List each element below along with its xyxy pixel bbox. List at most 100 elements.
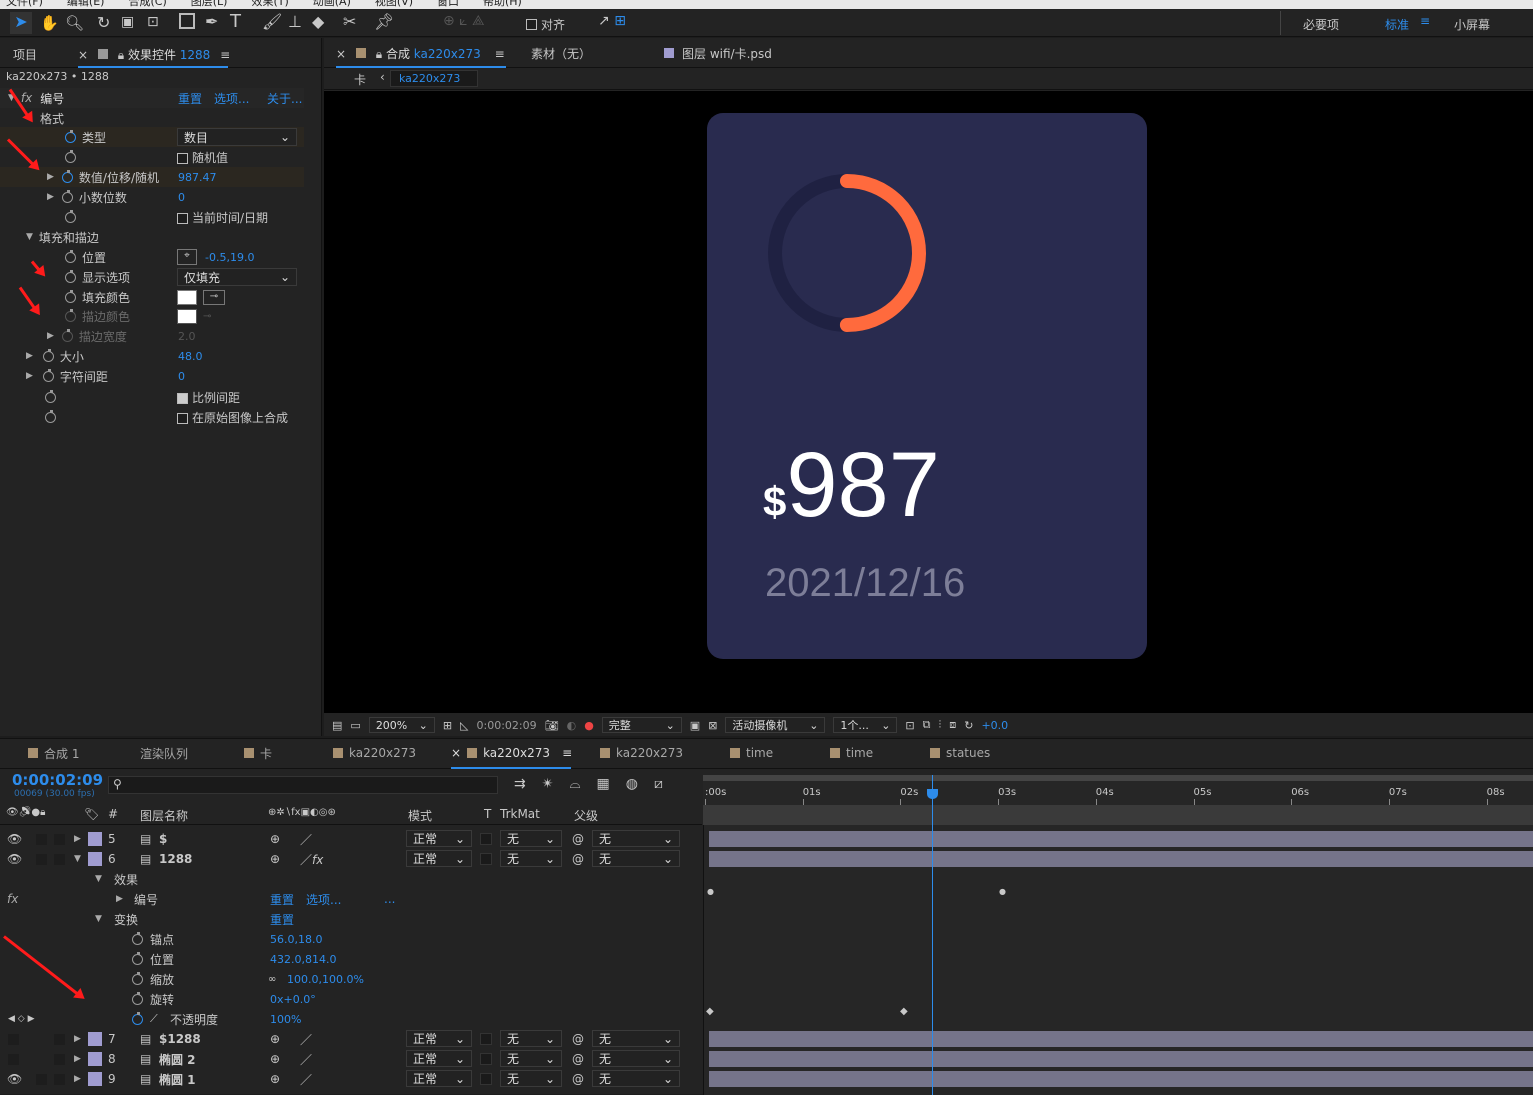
preserve-transparency-toggle[interactable]	[480, 1033, 492, 1045]
layer-name-header[interactable]: 图层名称	[140, 807, 188, 824]
keyframe-marker[interactable]: ●	[999, 887, 1006, 896]
tab-effect-controls[interactable]: × 🔒︎ 效果控件 1288 ≡	[78, 46, 230, 63]
snap-option-icon[interactable]: ↗ ⊞	[598, 13, 626, 29]
selection-tool-icon[interactable]: ➤	[10, 12, 32, 34]
quality-switch-icon[interactable]: ／	[300, 1051, 312, 1068]
tab-layer[interactable]: 图层 wifi/卡.psd	[664, 45, 772, 62]
position-field[interactable]: -0.5,19.0	[205, 251, 254, 264]
tab-ka220x273-b[interactable]: ka220x273	[600, 739, 683, 767]
workspace-standard[interactable]: 标准	[1385, 16, 1409, 33]
viewer-canvas[interactable]: $987 2021/12/16	[324, 91, 1533, 713]
pen-tool-icon[interactable]: ✒	[205, 12, 218, 31]
mode-dropdown[interactable]: 正常 ⌄	[406, 850, 472, 867]
composite-checkbox[interactable]: 在原始图像上合成	[177, 409, 288, 426]
eye-icon[interactable]: 👁︎	[7, 832, 22, 846]
graph-editor-icon[interactable]: ⧄	[654, 776, 663, 792]
time-ruler[interactable]: :00s 01s 02s 03s 04s 05s 06s 07s 08s	[703, 775, 1533, 805]
mode-header[interactable]: 模式	[408, 807, 432, 824]
keyframe-marker[interactable]: ●	[707, 887, 714, 896]
lock-toggle[interactable]	[54, 833, 65, 845]
puppet-tool-icon[interactable]: 📌︎	[374, 12, 394, 31]
stopwatch-icon[interactable]	[65, 308, 76, 322]
more-link[interactable]: ...	[384, 892, 395, 906]
quality-switch-icon[interactable]: ／	[300, 831, 312, 848]
layer-name[interactable]: $	[159, 832, 167, 846]
show-snapshot-icon[interactable]: ◐	[567, 719, 577, 732]
reset-exposure-icon[interactable]: ↻	[964, 719, 973, 732]
hand-tool-icon[interactable]: ✋	[40, 14, 59, 32]
fast-preview-icon[interactable]: ⧉	[923, 718, 931, 732]
eyedropper-icon[interactable]: ⊸	[203, 311, 211, 322]
stopwatch-icon[interactable]	[132, 931, 143, 945]
workspace-essentials[interactable]: 必要项	[1303, 16, 1339, 33]
quality-dropdown[interactable]: 完整 ⌄	[601, 717, 682, 733]
shy-switch-icon[interactable]: ⊕	[270, 1032, 280, 1046]
reset-link[interactable]: 重置	[178, 90, 202, 107]
lock-toggle[interactable]	[54, 1053, 65, 1065]
mode-dropdown[interactable]: 正常 ⌄	[406, 1050, 472, 1067]
stopwatch-icon[interactable]	[65, 149, 76, 163]
label-color[interactable]	[88, 1032, 102, 1046]
stopwatch-icon[interactable]	[65, 269, 76, 283]
quality-switch-icon[interactable]: ／fx	[300, 851, 323, 868]
crumb-current[interactable]: ka220x273	[390, 70, 478, 87]
stopwatch-icon[interactable]	[42, 348, 54, 362]
workspace-small-screen[interactable]: 小屏幕	[1454, 16, 1490, 33]
eraser-tool-icon[interactable]: ◆	[312, 12, 324, 31]
random-checkbox[interactable]: 随机值	[177, 149, 228, 166]
effect-row[interactable]: fx ▶ 编号 重置 选项... ...	[0, 889, 702, 909]
parent-dropdown[interactable]: 无 ⌄	[592, 1070, 680, 1087]
trkmat-dropdown[interactable]: 无 ⌄	[500, 1070, 562, 1087]
roto-brush-tool-icon[interactable]: ✂	[343, 12, 356, 31]
menu-item[interactable]: 帮助(H)	[483, 0, 522, 9]
visibility-toggle[interactable]	[8, 1053, 19, 1065]
frame-blend-icon[interactable]: ▦	[597, 776, 610, 792]
quality-switch-icon[interactable]: ／	[300, 1031, 312, 1048]
timeline-icon[interactable]: ⫶	[939, 718, 942, 732]
menu-item[interactable]: 窗口	[437, 0, 459, 9]
stopwatch-icon[interactable]	[45, 409, 56, 423]
stopwatch-icon[interactable]	[61, 169, 73, 183]
parent-dropdown[interactable]: 无 ⌄	[592, 850, 680, 867]
lock-toggle[interactable]	[54, 853, 65, 865]
link-icon[interactable]: ∞	[268, 974, 276, 985]
playhead[interactable]	[927, 775, 938, 1095]
stroke-width-field[interactable]: 2.0	[178, 330, 196, 343]
layer-row[interactable]: ▶ 7 ▤ $1288 ⊕ ／ 正常 ⌄ 无 ⌄ @ 无 ⌄	[0, 1029, 702, 1049]
solo-toggle[interactable]	[36, 853, 47, 865]
crosshair-icon[interactable]: ⌖	[177, 249, 197, 265]
layer-duration-bar[interactable]	[709, 1031, 1533, 1047]
scale-field[interactable]: 100.0,100.0%	[287, 973, 364, 986]
chevron-right-icon[interactable]: ▶	[116, 894, 123, 904]
current-timecode[interactable]: 0:00:02:09	[12, 771, 103, 789]
position-field[interactable]: 432.0,814.0	[270, 953, 336, 966]
shy-switch-icon[interactable]: ⊕	[270, 1072, 280, 1086]
display-dropdown[interactable]: 仅填充 ⌄	[177, 268, 297, 286]
trkmat-dropdown[interactable]: 无 ⌄	[500, 1050, 562, 1067]
chevron-right-icon[interactable]: ▶	[74, 1034, 81, 1044]
work-area-bar[interactable]	[703, 775, 1533, 781]
layer-name[interactable]: $1288	[159, 1032, 201, 1046]
menu-item[interactable]: 效果(T)	[251, 0, 288, 9]
fit-icon[interactable]: ⊞	[443, 719, 452, 732]
options-link[interactable]: 选项...	[214, 90, 249, 107]
chevron-right-icon[interactable]: ▶	[74, 834, 81, 844]
solo-toggle[interactable]	[36, 1073, 47, 1085]
chevron-right-icon[interactable]: ▶	[26, 351, 33, 361]
layer-name[interactable]: 1288	[159, 852, 192, 866]
layer-row[interactable]: 👁︎ ▼ 6 ▤ 1288 ⊕ ／fx 正常 ⌄ 无 ⌄ @ 无 ⌄	[0, 849, 702, 869]
label-color[interactable]	[88, 1052, 102, 1066]
tab-card[interactable]: 卡	[244, 739, 272, 767]
layer-duration-bar[interactable]	[709, 831, 1533, 847]
transparency-grid-icon[interactable]: ⊠	[708, 719, 717, 732]
options-link[interactable]: 选项...	[306, 891, 341, 908]
mode-dropdown[interactable]: 正常 ⌄	[406, 1030, 472, 1047]
shy-switch-icon[interactable]: ⊕	[270, 832, 280, 846]
camera-dropdown[interactable]: 活动摄像机 ⌄	[725, 717, 826, 733]
always-preview-icon[interactable]: ▤	[332, 719, 342, 732]
fill-color-swatch[interactable]	[177, 289, 197, 305]
section-fill-stroke[interactable]: ▼ 填充和描边	[0, 227, 304, 247]
playhead-handle[interactable]	[927, 789, 938, 799]
chevron-right-icon[interactable]: ▶	[26, 371, 33, 381]
menu-item[interactable]: 合成(C)	[128, 0, 166, 9]
